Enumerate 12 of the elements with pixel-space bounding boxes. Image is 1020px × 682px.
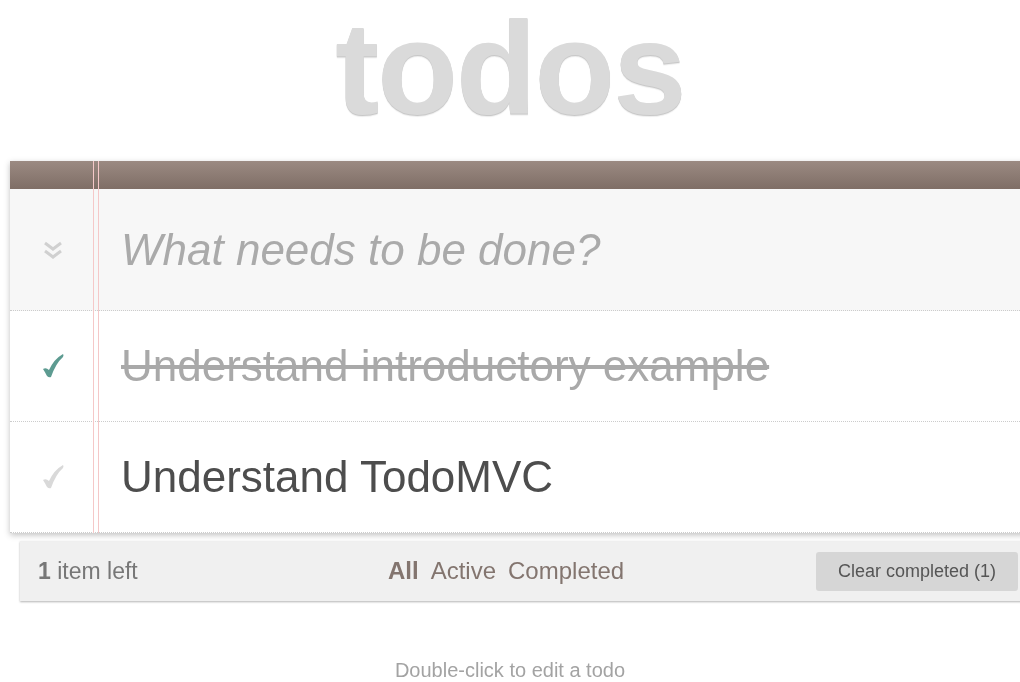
items-left-count: 1 item left — [38, 557, 139, 585]
complete-toggle[interactable] — [40, 464, 65, 490]
complete-toggle[interactable] — [40, 353, 65, 379]
new-todo-input[interactable]: What needs to be done? — [95, 219, 1020, 280]
filter-link[interactable]: All — [388, 557, 419, 585]
new-todo-field[interactable]: What needs to be done? — [10, 189, 1020, 311]
filter-link[interactable]: Active — [430, 557, 497, 585]
todo-text: Understand introductory example — [121, 341, 770, 391]
info-text: Double-click to edit a todo — [393, 659, 627, 682]
clear-completed-button[interactable]: Clear completed (1) — [815, 551, 1018, 591]
todo-text: Understand TodoMVC — [121, 452, 554, 502]
filter-link[interactable]: Completed — [508, 557, 625, 585]
